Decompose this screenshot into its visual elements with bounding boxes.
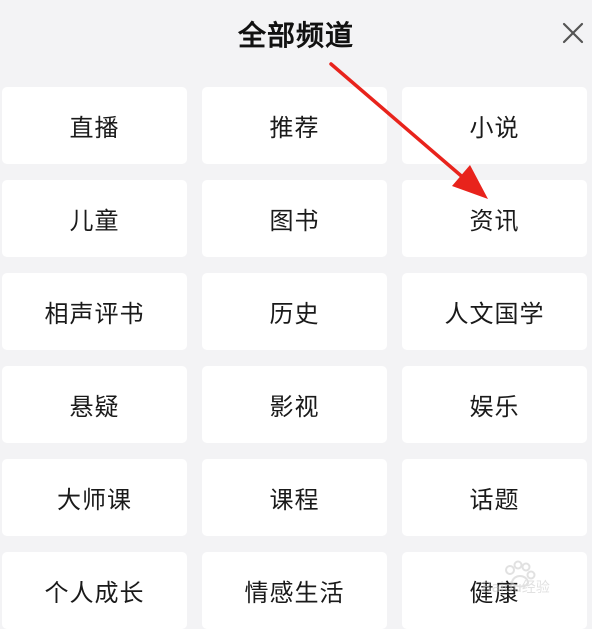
channel-label: 影视 <box>269 393 320 421</box>
channel-label: 历史 <box>269 300 320 328</box>
channel-label: 直播 <box>69 114 120 142</box>
channel-label: 悬疑 <box>69 393 120 421</box>
channel-label: 大师课 <box>57 486 132 514</box>
channel-tile-emotion[interactable]: 情感生活 <box>202 552 387 629</box>
channel-label: 情感生活 <box>244 579 345 607</box>
channel-label: 课程 <box>269 486 320 514</box>
channel-label: 娱乐 <box>469 393 520 421</box>
channel-tile-news[interactable]: 资讯 <box>402 180 587 257</box>
channel-label: 相声评书 <box>44 300 145 328</box>
channel-grid: 直播 推荐 小说 儿童 图书 资讯 相声评书 历史 人文国学 悬疑 影视 娱乐 … <box>0 0 592 629</box>
channel-tile-history[interactable]: 历史 <box>202 273 387 350</box>
channel-tile-entertainment[interactable]: 娱乐 <box>402 366 587 443</box>
channel-tile-humanities[interactable]: 人文国学 <box>402 273 587 350</box>
channel-label: 话题 <box>469 486 520 514</box>
channel-tile-recommend[interactable]: 推荐 <box>202 87 387 164</box>
channel-label: 人文国学 <box>444 300 545 328</box>
channel-tile-masterclass[interactable]: 大师课 <box>2 459 187 536</box>
channel-tile-suspense[interactable]: 悬疑 <box>2 366 187 443</box>
channel-tile-books[interactable]: 图书 <box>202 180 387 257</box>
channel-tile-crosstalk[interactable]: 相声评书 <box>2 273 187 350</box>
channel-tile-growth[interactable]: 个人成长 <box>2 552 187 629</box>
channel-tile-topics[interactable]: 话题 <box>402 459 587 536</box>
channel-tile-novel[interactable]: 小说 <box>402 87 587 164</box>
channel-tile-children[interactable]: 儿童 <box>2 180 187 257</box>
channel-tile-live[interactable]: 直播 <box>2 87 187 164</box>
channel-label: 推荐 <box>269 114 320 142</box>
channel-label: 小说 <box>469 114 520 142</box>
channel-label: 儿童 <box>69 207 120 235</box>
channel-label: 图书 <box>269 207 320 235</box>
channel-tile-health[interactable]: 健康 <box>402 552 587 629</box>
channel-tile-film[interactable]: 影视 <box>202 366 387 443</box>
channel-tile-courses[interactable]: 课程 <box>202 459 387 536</box>
channel-label: 资讯 <box>469 207 520 235</box>
channel-label: 个人成长 <box>44 579 145 607</box>
channel-label: 健康 <box>469 579 520 607</box>
